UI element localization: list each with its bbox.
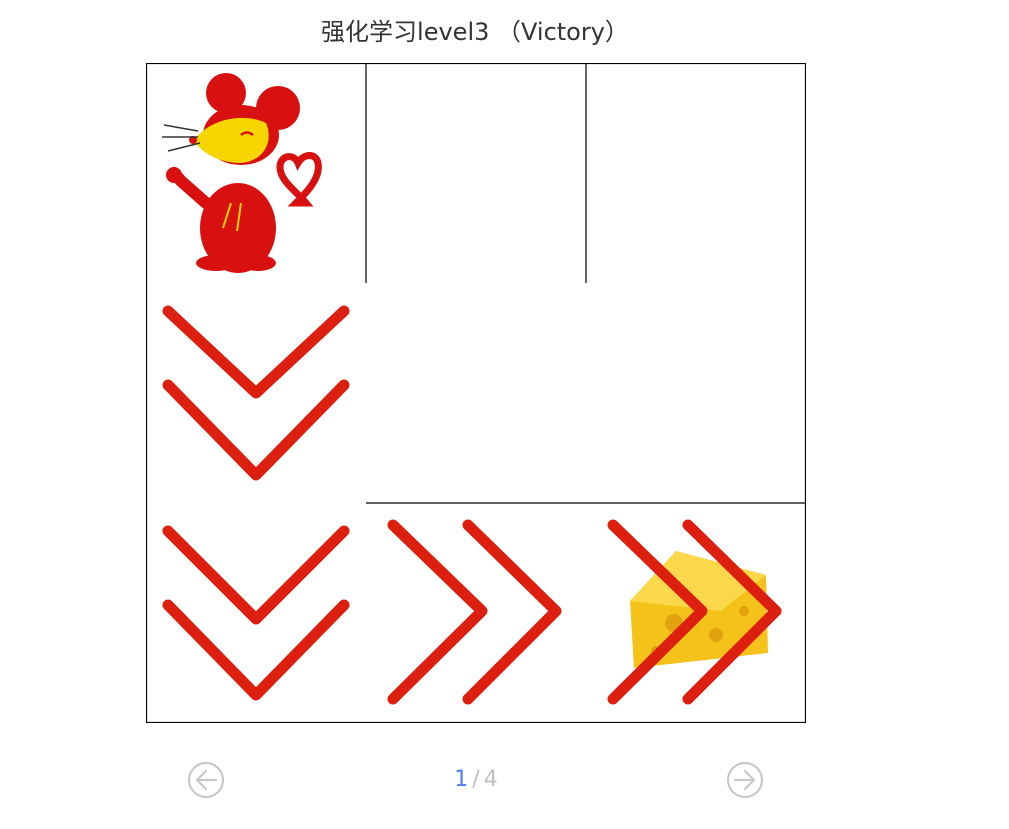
current-page: 1 xyxy=(454,767,469,792)
arrow-down-icon xyxy=(162,305,350,481)
pagination: 1/4 xyxy=(0,757,1009,803)
page-indicator: 1/4 xyxy=(0,767,952,792)
page-separator: / xyxy=(472,767,480,792)
mouse-agent xyxy=(162,73,322,273)
game-board xyxy=(146,63,806,723)
total-pages: 4 xyxy=(483,767,498,792)
arrow-down-icon xyxy=(162,525,350,701)
arrow-right-icon xyxy=(387,519,562,705)
next-page-button[interactable] xyxy=(725,757,765,803)
arrow-right-circle-icon xyxy=(726,761,764,799)
page-title: 强化学习level3 （Victory） xyxy=(321,18,629,46)
